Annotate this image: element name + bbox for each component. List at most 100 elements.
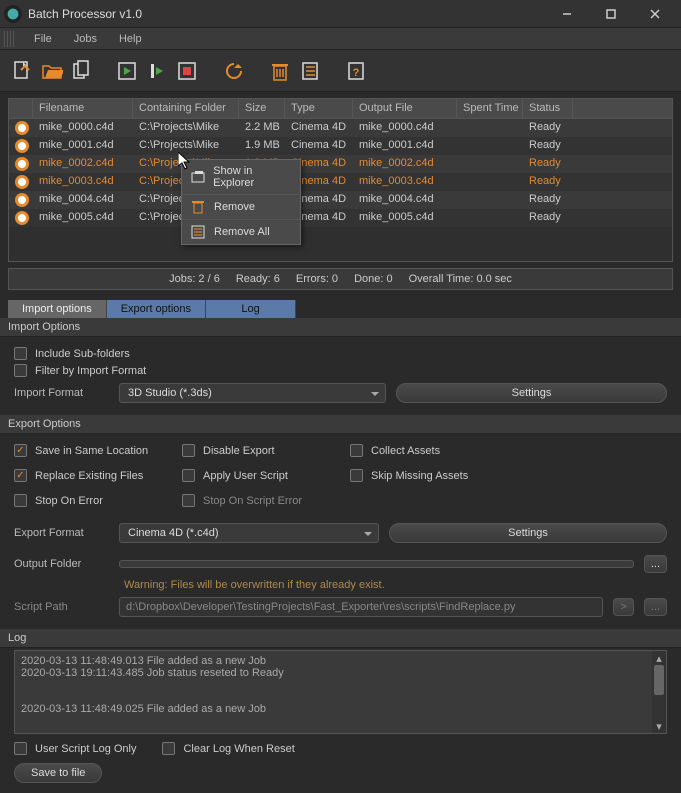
ctx-remove-label: Remove	[214, 201, 255, 213]
tab-export[interactable]: Export options	[107, 300, 206, 318]
table-row[interactable]: mike_0003.c4dC:\Projects\Mike1.9 MBCinem…	[9, 173, 672, 191]
col-folder[interactable]: Containing Folder	[133, 99, 239, 118]
lbl-import-format: Import Format	[14, 387, 109, 399]
btn-run-script[interactable]: >	[613, 598, 633, 616]
ctx-show-in-explorer[interactable]: Show in Explorer	[182, 160, 300, 195]
cell-spent	[457, 173, 523, 191]
cell-filename: mike_0003.c4d	[33, 173, 133, 191]
select-import-format[interactable]: 3D Studio (*.3ds)	[119, 383, 386, 403]
cell-type: Cinema 4D	[285, 119, 353, 137]
play-step-button[interactable]	[146, 59, 170, 83]
chk-replace-existing[interactable]	[14, 469, 27, 482]
chk-collect-assets[interactable]	[350, 444, 363, 457]
import-header: Import Options	[0, 318, 681, 337]
chk-sub-folders[interactable]	[14, 347, 27, 360]
list-button[interactable]	[298, 59, 322, 83]
btn-browse-output[interactable]: ...	[644, 555, 667, 573]
table-row[interactable]: mike_0005.c4dC:\Projects\Mike1.9 MBCinem…	[9, 209, 672, 227]
file-icon	[9, 209, 33, 227]
menu-file[interactable]: File	[30, 31, 56, 47]
menu-jobs[interactable]: Jobs	[70, 31, 101, 47]
table-row[interactable]: mike_0000.c4dC:\Projects\Mike2.2 MBCinem…	[9, 119, 672, 137]
file-icon	[9, 137, 33, 155]
cell-filename: mike_0000.c4d	[33, 119, 133, 137]
col-type[interactable]: Type	[285, 99, 353, 118]
titlebar: Batch Processor v1.0	[0, 0, 681, 28]
tab-log[interactable]: Log	[206, 300, 296, 318]
input-output-folder[interactable]	[119, 560, 634, 568]
maximize-button[interactable]	[589, 0, 633, 28]
ctx-removeall-label: Remove All	[214, 226, 270, 238]
select-export-format[interactable]: Cinema 4D (*.c4d)	[119, 523, 379, 543]
input-script-path: d:\Dropbox\Developer\TestingProjects\Fas…	[119, 597, 603, 617]
status-jobs: Jobs: 2 / 6	[169, 273, 220, 285]
btn-export-settings[interactable]: Settings	[389, 523, 667, 543]
delete-button[interactable]	[268, 59, 292, 83]
add-file-button[interactable]	[10, 59, 34, 83]
col-status[interactable]: Status	[523, 99, 573, 118]
chk-user-script-log[interactable]	[14, 742, 27, 755]
tab-import[interactable]: Import options	[8, 300, 107, 318]
lbl-script-path: Script Path	[14, 601, 109, 613]
close-button[interactable]	[633, 0, 677, 28]
refresh-button[interactable]	[222, 59, 246, 83]
cell-output: mike_0000.c4d	[353, 119, 457, 137]
cell-filename: mike_0005.c4d	[33, 209, 133, 227]
col-output[interactable]: Output File	[353, 99, 457, 118]
lbl-output-folder: Output Folder	[14, 558, 109, 570]
scroll-up-icon[interactable]: ▴	[652, 651, 666, 665]
btn-import-settings[interactable]: Settings	[396, 383, 667, 403]
chk-disable-export[interactable]	[182, 444, 195, 457]
chk-clear-log[interactable]	[162, 742, 175, 755]
play-button[interactable]	[116, 59, 140, 83]
lbl-sub-folders: Include Sub-folders	[35, 348, 130, 360]
cell-spent	[457, 209, 523, 227]
stop-button[interactable]	[176, 59, 200, 83]
chk-skip-missing[interactable]	[350, 469, 363, 482]
cell-spent	[457, 191, 523, 209]
col-icon[interactable]	[9, 99, 33, 118]
chk-stop-script-error[interactable]	[182, 494, 195, 507]
file-icon	[9, 191, 33, 209]
help-button[interactable]: ?	[344, 59, 368, 83]
add-folder-button[interactable]	[40, 59, 64, 83]
lbl-same-location: Save in Same Location	[35, 445, 148, 457]
lbl-skip-missing: Skip Missing Assets	[371, 470, 468, 482]
menu-help[interactable]: Help	[115, 31, 146, 47]
btn-save-log[interactable]: Save to file	[14, 763, 102, 783]
ctx-remove[interactable]: Remove	[182, 195, 300, 220]
scroll-thumb[interactable]	[654, 665, 664, 695]
warn-overwrite: Warning: Files will be overwritten if th…	[124, 579, 667, 591]
status-ready: Ready: 6	[236, 273, 280, 285]
status-time: Overall Time: 0.0 sec	[409, 273, 512, 285]
scroll-down-icon[interactable]: ▾	[652, 719, 666, 733]
chk-stop-error[interactable]	[14, 494, 27, 507]
table-row[interactable]: mike_0004.c4dC:\Projects\Mike1.9 MBCinem…	[9, 191, 672, 209]
log-scrollbar[interactable]: ▴ ▾	[652, 651, 666, 733]
cell-size: 1.9 MB	[239, 137, 285, 155]
lbl-replace-existing: Replace Existing Files	[35, 470, 143, 482]
copy-button[interactable]	[70, 59, 94, 83]
chk-filter-format[interactable]	[14, 364, 27, 377]
lbl-collect-assets: Collect Assets	[371, 445, 440, 457]
cell-spent	[457, 119, 523, 137]
lbl-stop-error: Stop On Error	[35, 495, 103, 507]
chk-same-location[interactable]	[14, 444, 27, 457]
file-icon	[9, 119, 33, 137]
cell-status: Ready	[523, 137, 573, 155]
log-line: 2020-03-13 19:11:43.485 Job status reset…	[21, 667, 660, 679]
log-box[interactable]: 2020-03-13 11:48:49.013 File added as a …	[14, 650, 667, 734]
status-bar: Jobs: 2 / 6 Ready: 6 Errors: 0 Done: 0 O…	[8, 268, 673, 290]
log-line	[21, 691, 660, 703]
chk-apply-script[interactable]	[182, 469, 195, 482]
table-row[interactable]: mike_0001.c4dC:\Projects\Mike1.9 MBCinem…	[9, 137, 672, 155]
minimize-button[interactable]	[545, 0, 589, 28]
status-errors: Errors: 0	[296, 273, 338, 285]
btn-browse-script[interactable]: ...	[644, 598, 667, 616]
col-size[interactable]: Size	[239, 99, 285, 118]
col-filename[interactable]: Filename	[33, 99, 133, 118]
table-row[interactable]: mike_0002.c4dC:\Projects\Mike1.9 MBCinem…	[9, 155, 672, 173]
ctx-remove-all[interactable]: Remove All	[182, 220, 300, 244]
col-spent[interactable]: Spent Time	[457, 99, 523, 118]
cell-filename: mike_0001.c4d	[33, 137, 133, 155]
